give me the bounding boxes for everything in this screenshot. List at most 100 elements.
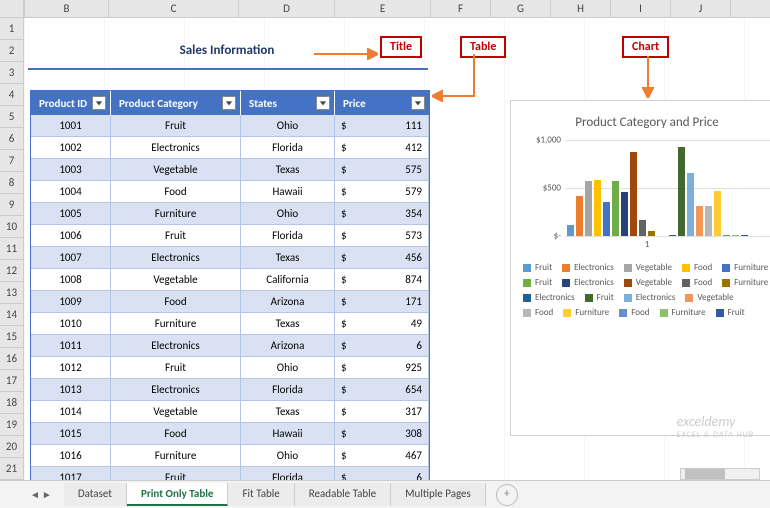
- cell-price[interactable]: $111: [335, 115, 429, 137]
- cell-category[interactable]: Electronics: [111, 335, 241, 357]
- sheet-tab[interactable]: Fit Table: [228, 483, 294, 506]
- column-header-H[interactable]: H: [551, 0, 611, 17]
- grid-area[interactable]: Sales Information Product IDProduct Cate…: [24, 18, 770, 480]
- column-header-I[interactable]: I: [611, 0, 671, 17]
- row-header-17[interactable]: 17: [0, 370, 23, 392]
- cell-state[interactable]: Florida: [241, 137, 335, 159]
- cell-price[interactable]: $317: [335, 401, 429, 423]
- cell-category[interactable]: Food: [111, 181, 241, 203]
- cell-id[interactable]: 1014: [31, 401, 111, 423]
- table-row[interactable]: 1016FurnitureOhio$467: [31, 445, 429, 467]
- row-header-8[interactable]: 8: [0, 172, 23, 194]
- cell-category[interactable]: Food: [111, 423, 241, 445]
- column-header-G[interactable]: G: [491, 0, 551, 17]
- cell-state[interactable]: Ohio: [241, 445, 335, 467]
- table-row[interactable]: 1006FruitFlorida$573: [31, 225, 429, 247]
- table-row[interactable]: 1013ElectronicsFlorida$654: [31, 379, 429, 401]
- row-header-4[interactable]: 4: [0, 84, 23, 106]
- cell-category[interactable]: Furniture: [111, 313, 241, 335]
- row-header-5[interactable]: 5: [0, 106, 23, 128]
- table-row[interactable]: 1009FoodArizona$171: [31, 291, 429, 313]
- row-header-2[interactable]: 2: [0, 40, 23, 62]
- cell-price[interactable]: $6: [335, 335, 429, 357]
- row-header-11[interactable]: 11: [0, 238, 23, 260]
- cell-state[interactable]: Florida: [241, 225, 335, 247]
- table-header-cell[interactable]: Product ID: [31, 91, 111, 115]
- cell-price[interactable]: $654: [335, 379, 429, 401]
- cell-id[interactable]: 1006: [31, 225, 111, 247]
- cell-category[interactable]: Furniture: [111, 203, 241, 225]
- cell-state[interactable]: Arizona: [241, 335, 335, 357]
- tab-nav-buttons[interactable]: ◄►: [30, 488, 52, 501]
- cell-price[interactable]: $49: [335, 313, 429, 335]
- cell-state[interactable]: Ohio: [241, 357, 335, 379]
- filter-dropdown-icon[interactable]: [92, 96, 106, 110]
- sheet-tab[interactable]: Readable Table: [295, 483, 391, 506]
- cell-id[interactable]: 1005: [31, 203, 111, 225]
- cell-state[interactable]: Texas: [241, 247, 335, 269]
- cell-id[interactable]: 1015: [31, 423, 111, 445]
- cell-state[interactable]: Hawaii: [241, 181, 335, 203]
- cell-state[interactable]: Hawaii: [241, 423, 335, 445]
- cell-category[interactable]: Electronics: [111, 379, 241, 401]
- cell-price[interactable]: $925: [335, 357, 429, 379]
- row-header-7[interactable]: 7: [0, 150, 23, 172]
- table-row[interactable]: 1012FruitOhio$925: [31, 357, 429, 379]
- cell-id[interactable]: 1010: [31, 313, 111, 335]
- table-header-cell[interactable]: Product Category: [111, 91, 241, 115]
- table-header-cell[interactable]: Price: [335, 91, 429, 115]
- sheet-tab[interactable]: Print Only Table: [127, 483, 229, 506]
- row-header-16[interactable]: 16: [0, 348, 23, 370]
- cell-state[interactable]: Arizona: [241, 291, 335, 313]
- column-header-D[interactable]: D: [239, 0, 335, 17]
- table-row[interactable]: 1014VegetableTexas$317: [31, 401, 429, 423]
- row-header-18[interactable]: 18: [0, 392, 23, 414]
- cell-price[interactable]: $354: [335, 203, 429, 225]
- cell-price[interactable]: $456: [335, 247, 429, 269]
- chart-panel[interactable]: Product Category and Price $-$500$1,000 …: [510, 100, 770, 436]
- cell-id[interactable]: 1001: [31, 115, 111, 137]
- horizontal-scrollbar[interactable]: [680, 468, 760, 480]
- table-header-cell[interactable]: States: [241, 91, 335, 115]
- cell-state[interactable]: Ohio: [241, 203, 335, 225]
- sheet-tab[interactable]: Multiple Pages: [391, 483, 486, 506]
- row-header-6[interactable]: 6: [0, 128, 23, 150]
- column-header-C[interactable]: C: [109, 0, 239, 17]
- table-row[interactable]: 1001FruitOhio$111: [31, 115, 429, 137]
- row-header-15[interactable]: 15: [0, 326, 23, 348]
- filter-dropdown-icon[interactable]: [411, 96, 425, 110]
- cell-id[interactable]: 1007: [31, 247, 111, 269]
- row-header-20[interactable]: 20: [0, 436, 23, 458]
- filter-dropdown-icon[interactable]: [222, 96, 236, 110]
- table-row[interactable]: 1002ElectronicsFlorida$412: [31, 137, 429, 159]
- table-row[interactable]: 1011ElectronicsArizona$6: [31, 335, 429, 357]
- table-row[interactable]: 1005FurnitureOhio$354: [31, 203, 429, 225]
- cell-id[interactable]: 1003: [31, 159, 111, 181]
- filter-dropdown-icon[interactable]: [316, 96, 330, 110]
- cell-id[interactable]: 1009: [31, 291, 111, 313]
- row-header-13[interactable]: 13: [0, 282, 23, 304]
- row-header-10[interactable]: 10: [0, 216, 23, 238]
- cell-state[interactable]: Texas: [241, 159, 335, 181]
- cell-price[interactable]: $573: [335, 225, 429, 247]
- column-header-B[interactable]: B: [25, 0, 109, 17]
- cell-state[interactable]: Ohio: [241, 115, 335, 137]
- column-header-J[interactable]: J: [671, 0, 731, 17]
- cell-price[interactable]: $579: [335, 181, 429, 203]
- cell-state[interactable]: Texas: [241, 313, 335, 335]
- table-row[interactable]: 1004FoodHawaii$579: [31, 181, 429, 203]
- table-row[interactable]: 1015FoodHawaii$308: [31, 423, 429, 445]
- column-header-E[interactable]: E: [335, 0, 431, 17]
- row-header-1[interactable]: 1: [0, 18, 23, 40]
- cell-id[interactable]: 1004: [31, 181, 111, 203]
- cell-category[interactable]: Food: [111, 291, 241, 313]
- table-row[interactable]: 1007ElectronicsTexas$456: [31, 247, 429, 269]
- cell-category[interactable]: Electronics: [111, 247, 241, 269]
- cell-id[interactable]: 1012: [31, 357, 111, 379]
- cell-state[interactable]: California: [241, 269, 335, 291]
- select-all-corner[interactable]: [0, 0, 24, 17]
- cell-id[interactable]: 1013: [31, 379, 111, 401]
- table-row[interactable]: 1010FurnitureTexas$49: [31, 313, 429, 335]
- cell-category[interactable]: Fruit: [111, 357, 241, 379]
- cell-category[interactable]: Furniture: [111, 445, 241, 467]
